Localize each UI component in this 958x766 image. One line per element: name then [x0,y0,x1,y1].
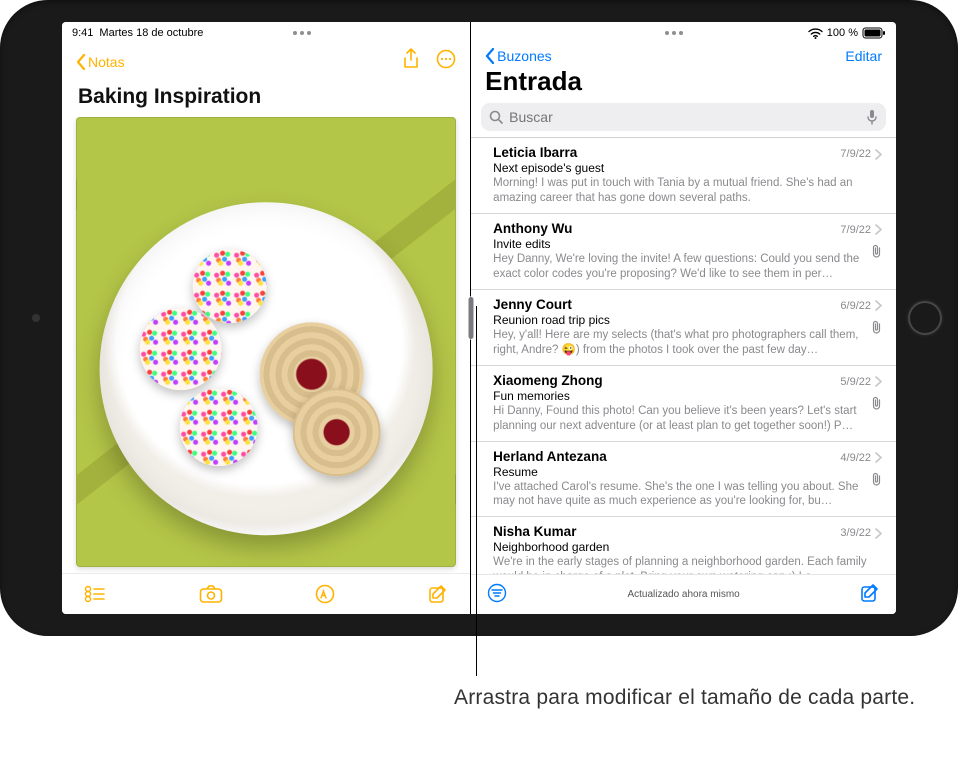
mail-date: 7/9/22 [840,224,871,236]
battery-full-icon [862,27,886,39]
mail-back-label: Buzones [497,48,551,64]
mail-row[interactable]: Herland Antezana 4/9/22 Resume I've atta… [471,442,896,518]
chevron-right-icon [875,376,882,387]
mail-row[interactable]: Leticia Ibarra 7/9/22 Next episode's gue… [471,138,896,214]
multitask-dots-icon[interactable] [290,31,314,35]
search-icon [489,110,503,124]
mail-sender: Leticia Ibarra [493,145,577,160]
mail-subject: Next episode's guest [493,161,882,175]
cookie [193,249,267,323]
compose-icon[interactable] [428,584,448,604]
status-bar-left: 9:41 Martes 18 de octubre [62,22,470,42]
mail-back-button[interactable]: Buzones [485,48,551,64]
mail-subject: Neighborhood garden [493,540,882,554]
note-body[interactable] [62,117,470,573]
chevron-right-icon [875,149,882,160]
chevron-left-icon [485,48,495,64]
notes-pane: 9:41 Martes 18 de octubre Notas [62,22,470,614]
filter-icon[interactable] [487,583,507,606]
mail-date: 4/9/22 [840,452,871,464]
note-photo[interactable] [76,117,456,567]
mail-sender: Nisha Kumar [493,524,576,539]
mail-row[interactable]: Jenny Court 6/9/22 Reunion road trip pic… [471,290,896,366]
search-input[interactable] [509,109,860,125]
mic-icon[interactable] [866,109,878,125]
checklist-icon[interactable] [84,585,106,603]
mail-subject: Resume [493,465,882,479]
attachment-icon [871,472,882,489]
notes-back-button[interactable]: Notas [76,54,125,70]
screen: 9:41 Martes 18 de octubre Notas [62,22,896,614]
photo-plate [100,202,433,535]
mail-sender: Anthony Wu [493,221,572,236]
mail-sender: Xiaomeng Zhong [493,373,603,388]
notes-navbar: Notas [62,42,470,81]
chevron-left-icon [76,54,86,70]
mail-row[interactable]: Nisha Kumar 3/9/22 Neighborhood garden W… [471,517,896,574]
compose-mail-icon[interactable] [860,583,880,606]
mail-date: 5/9/22 [840,376,871,388]
notes-back-label: Notas [88,54,125,70]
multitask-dots-icon[interactable] [662,31,686,35]
mail-date: 6/9/22 [840,300,871,312]
home-button[interactable] [908,301,942,335]
battery-percent: 100 % [827,27,858,39]
mail-sender: Jenny Court [493,297,572,312]
attachment-icon [871,320,882,337]
attachment-icon [871,396,882,413]
status-time: 9:41 [72,27,93,39]
callout-text: Arrastra para modificar el tamaño de cad… [454,684,915,711]
mail-preview: We're in the early stages of planning a … [493,555,882,574]
mail-preview: Hey, y'all! Here are my selects (that's … [493,328,882,358]
share-icon[interactable] [402,48,420,75]
camera-icon[interactable] [199,585,223,603]
chevron-right-icon [875,300,882,311]
mail-row[interactable]: Xiaomeng Zhong 5/9/22 Fun memories Hi Da… [471,366,896,442]
ipad-frame: 9:41 Martes 18 de octubre Notas [0,0,958,636]
mail-subject: Reunion road trip pics [493,313,882,327]
mail-toolbar: Actualizado ahora mismo [471,574,896,614]
wifi-icon [808,28,823,39]
mail-preview: Morning! I was put in touch with Tania b… [493,176,882,206]
status-bar-right: 100 % [471,22,896,42]
mail-sender: Herland Antezana [493,449,607,464]
mail-list[interactable]: Leticia Ibarra 7/9/22 Next episode's gue… [471,137,896,574]
mail-preview: I've attached Carol's resume. She's the … [493,480,882,510]
mail-subject: Fun memories [493,389,882,403]
mail-pane: 100 % Buzones Editar Entrada [471,22,896,614]
mail-updated-label: Actualizado ahora mismo [507,589,860,600]
chevron-right-icon [875,224,882,235]
status-date: Martes 18 de octubre [99,27,203,39]
notes-toolbar [62,573,470,614]
markup-icon[interactable] [315,584,335,604]
mail-row[interactable]: Anthony Wu 7/9/22 Invite edits Hey Danny… [471,214,896,290]
cookie [293,389,381,477]
attachment-icon [871,244,882,261]
split-handle[interactable] [468,297,473,339]
mail-title: Entrada [471,66,896,103]
search-field[interactable] [481,103,886,131]
mail-date: 3/9/22 [840,527,871,539]
chevron-right-icon [875,528,882,539]
mail-edit-button[interactable]: Editar [845,48,882,64]
mail-subject: Invite edits [493,237,882,251]
mail-date: 7/9/22 [840,148,871,160]
mail-preview: Hi Danny, Found this photo! Can you beli… [493,404,882,434]
mail-navbar: Buzones Editar [471,42,896,66]
more-icon[interactable] [436,49,456,74]
camera-dot [32,314,40,322]
cookie [140,309,222,391]
note-title: Baking Inspiration [62,81,470,117]
cookie [180,389,258,467]
chevron-right-icon [875,452,882,463]
mail-preview: Hey Danny, We're loving the invite! A fe… [493,252,882,282]
callout-line [476,306,477,676]
